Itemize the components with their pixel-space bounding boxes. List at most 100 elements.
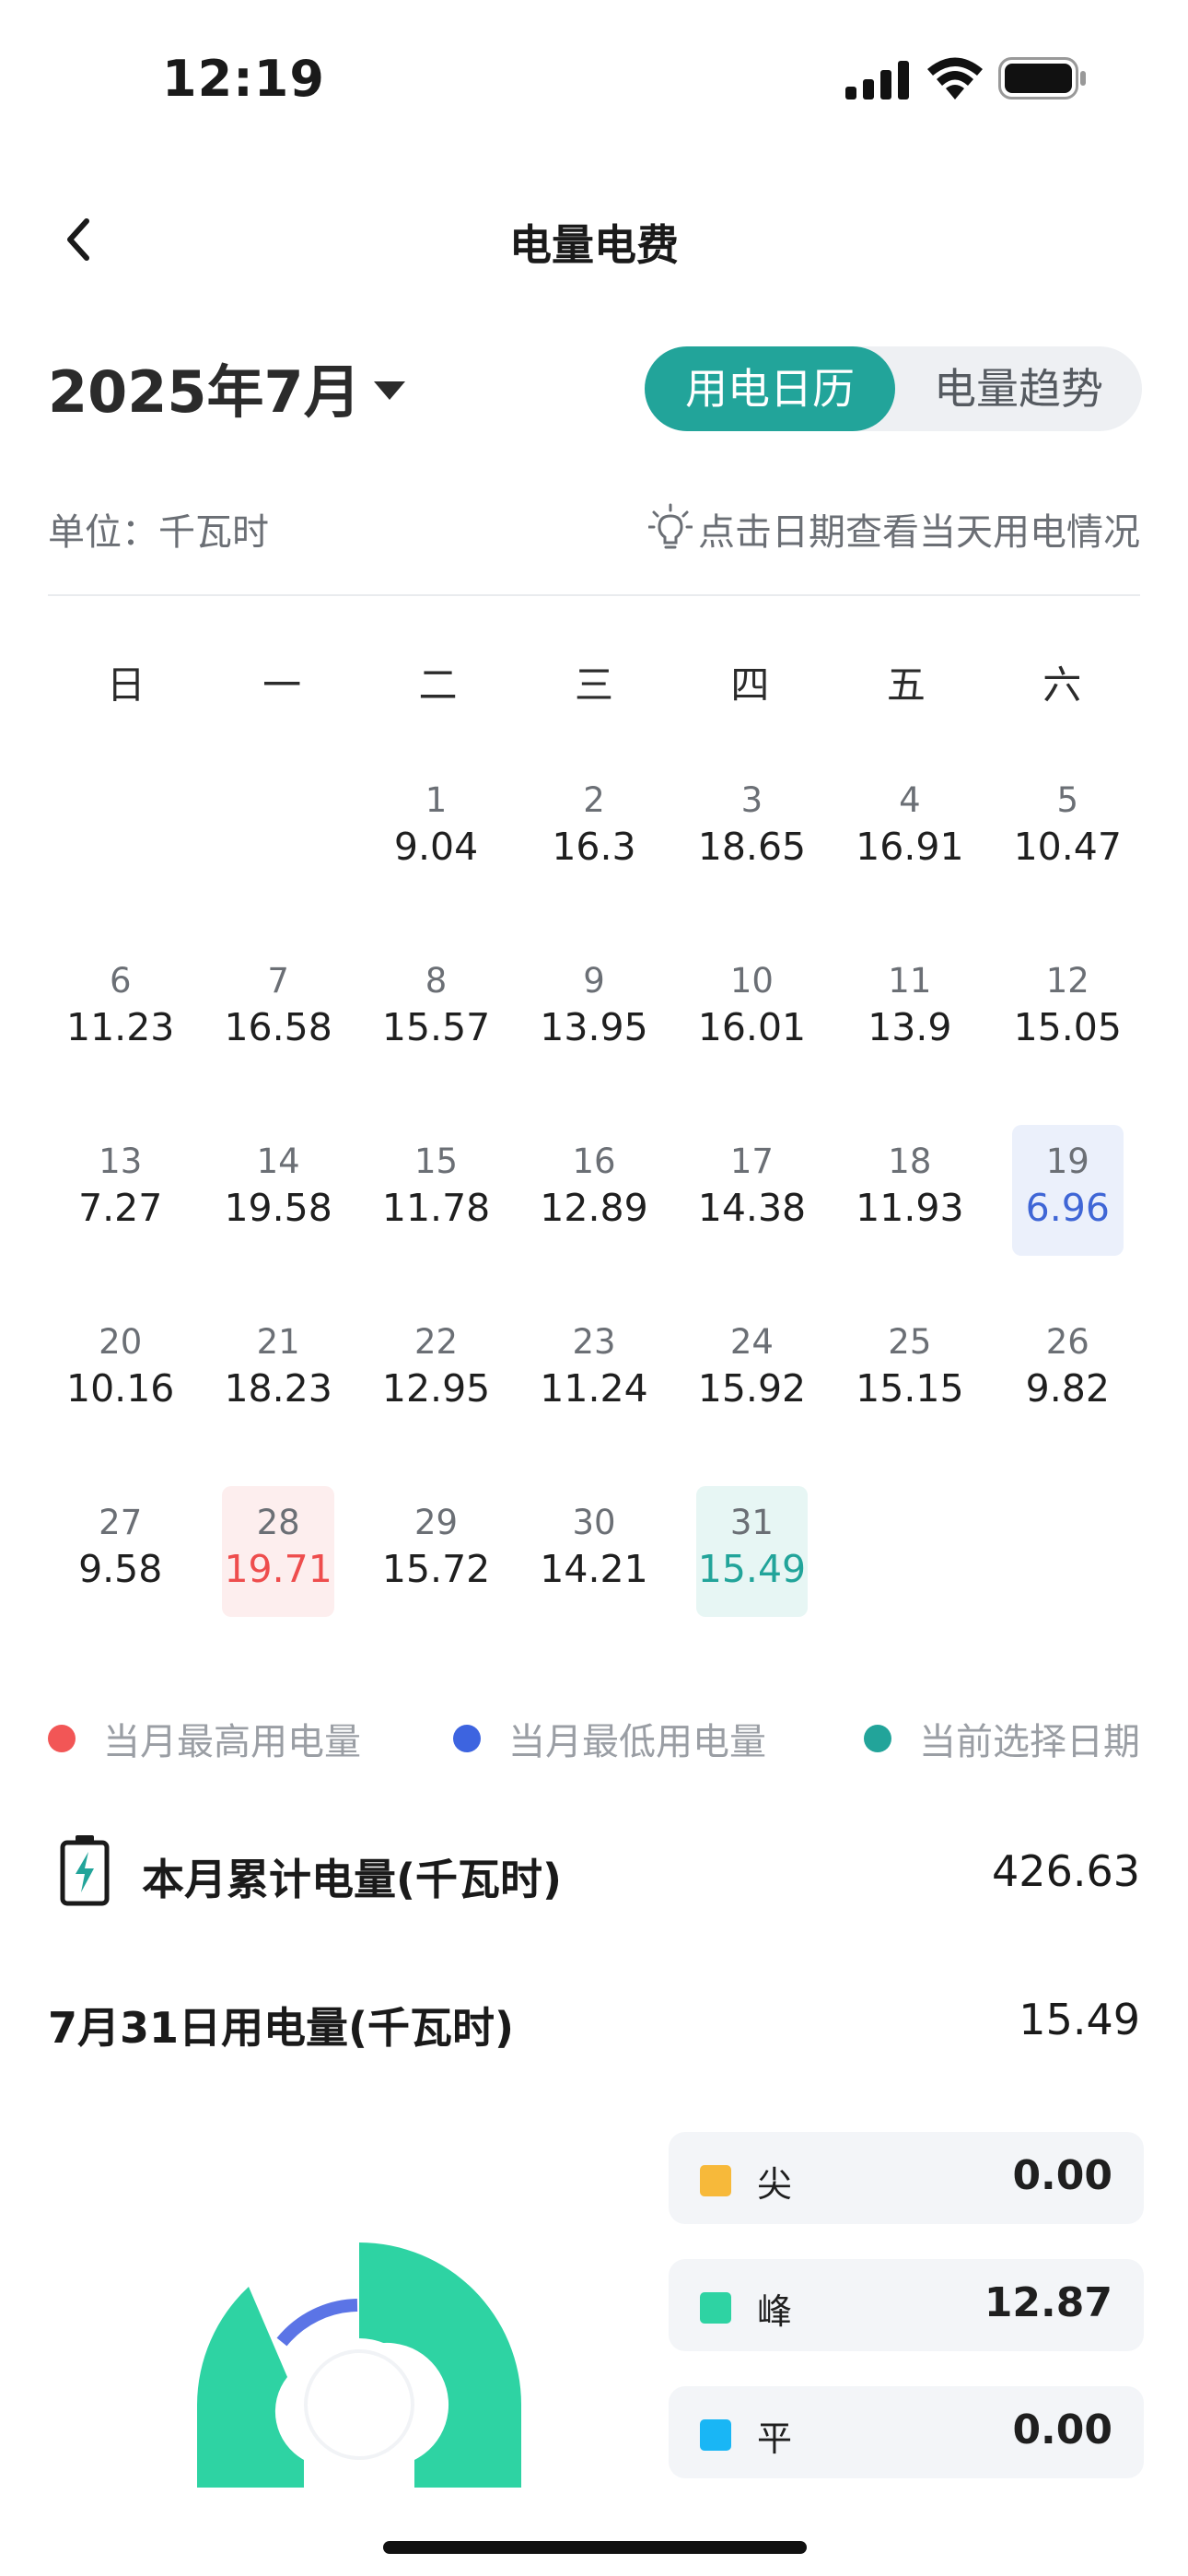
calendar-day-3[interactable]: 3 18.65: [673, 751, 831, 931]
calendar-day-19[interactable]: 19 6.96: [989, 1112, 1147, 1293]
calendar-day-number: 13: [99, 1142, 143, 1181]
calendar-day-23[interactable]: 23 11.24: [515, 1293, 672, 1473]
calendar-day-28[interactable]: 28 19.71: [199, 1473, 356, 1654]
calendar-day-usage: 6.96: [1025, 1186, 1110, 1230]
calendar-day-usage: 9.58: [78, 1547, 163, 1591]
calendar-day-2[interactable]: 2 16.3: [515, 751, 672, 931]
calendar-day-number: 26: [1045, 1322, 1089, 1362]
calendar-day-8[interactable]: 8 15.57: [357, 931, 515, 1112]
calendar-day-box: 19 6.96: [1011, 1125, 1124, 1256]
calendar-day-box: 31 15.49: [695, 1486, 809, 1617]
calendar-day-30[interactable]: 30 14.21: [515, 1473, 672, 1654]
calendar-day-6[interactable]: 6 11.23: [41, 931, 199, 1112]
hint: 点击日期查看当天用电情况: [648, 502, 1140, 556]
calendar-day-15[interactable]: 15 11.78: [357, 1112, 515, 1293]
calendar-day-17[interactable]: 17 14.38: [673, 1112, 831, 1293]
calendar-day-29[interactable]: 29 15.72: [357, 1473, 515, 1654]
calendar-day-box: 9 13.95: [538, 944, 649, 1075]
calendar-day-number: 3: [740, 780, 763, 820]
calendar-day-number: 24: [729, 1322, 774, 1362]
calendar-day-usage: 19.71: [224, 1547, 332, 1591]
calendar-day-box: 30 14.21: [538, 1486, 649, 1617]
unit-row: 单位：千瓦时 点击日期查看当天用电情况: [48, 502, 1140, 557]
calendar-day-27[interactable]: 27 9.58: [41, 1473, 199, 1654]
calendar-day-usage: 11.24: [540, 1366, 648, 1411]
calendar-day-number: 27: [99, 1503, 143, 1542]
tariff-name: 尖: [757, 2164, 793, 2205]
calendar-day-number: 20: [99, 1322, 143, 1362]
calendar-day-1[interactable]: 1 9.04: [357, 751, 515, 931]
tariff-card-flat: 平 0.00: [669, 2386, 1144, 2478]
calendar-day-box: 23 11.24: [538, 1306, 649, 1436]
calendar-day-9[interactable]: 9 13.95: [515, 931, 672, 1112]
calendar-day-usage: 16.91: [856, 825, 964, 869]
weekday-label: 五: [886, 662, 926, 708]
calendar-day-usage: 9.04: [393, 825, 479, 869]
usage-donut-chart: [197, 2242, 521, 2488]
calendar-day-box: 25 15.15: [854, 1306, 965, 1436]
weekday-label: 三: [574, 662, 613, 708]
calendar-day-18[interactable]: 18 11.93: [831, 1112, 988, 1293]
calendar-day-box: 17 14.38: [696, 1125, 808, 1256]
calendar-day-usage: 16.01: [697, 1005, 807, 1049]
calendar-day-number: 7: [267, 961, 289, 1001]
calendar-day-26[interactable]: 26 9.82: [989, 1293, 1147, 1473]
tab-usage-trend[interactable]: 电量趋势: [895, 346, 1142, 431]
calendar-day-usage: 14.38: [697, 1186, 807, 1230]
month-selector[interactable]: 2025年7月: [48, 341, 405, 433]
tariff-card-tip: 尖 0.00: [669, 2132, 1144, 2224]
calendar-day-box: 29 15.72: [380, 1486, 492, 1617]
calendar-day-number: 22: [414, 1322, 459, 1362]
calendar-day-box: 16 12.89: [538, 1125, 649, 1256]
hint-text: 点击日期查看当天用电情况: [698, 511, 1140, 554]
weekday-label: 六: [1042, 662, 1082, 708]
calendar-day-number: 9: [583, 961, 605, 1001]
calendar-day-usage: 10.47: [1013, 825, 1122, 869]
calendar-day-20[interactable]: 20 10.16: [41, 1293, 199, 1473]
calendar-day-25[interactable]: 25 15.15: [831, 1293, 988, 1473]
weekday-label: 二: [418, 662, 458, 708]
legend-high-label: 当月最高用电量: [103, 1721, 361, 1763]
calendar-day-box: 13 7.27: [64, 1125, 176, 1256]
calendar-day-box: 18 11.93: [854, 1125, 965, 1256]
calendar-day-11[interactable]: 11 13.9: [831, 931, 988, 1112]
calendar-day-usage: 16.58: [224, 1005, 332, 1049]
tariff-value: 0.00: [1012, 2152, 1112, 2199]
calendar-grid: 1 9.04 2 16.3 3 18.65 4 16.91 5 10.47 6 11.23 7 16.58…: [41, 751, 1147, 1654]
calendar-day-usage: 9.82: [1025, 1366, 1110, 1411]
tariff-swatch: [700, 2419, 731, 2451]
calendar-day-24[interactable]: 24 15.92: [673, 1293, 831, 1473]
tariff-value: 0.00: [1012, 2406, 1112, 2453]
calendar-day-usage: 15.49: [697, 1547, 807, 1591]
weekday-label: 日: [106, 662, 146, 708]
calendar-day-21[interactable]: 21 18.23: [199, 1293, 356, 1473]
calendar-day-number: 30: [572, 1503, 616, 1542]
legend-selected-dot: [864, 1725, 891, 1752]
page-title: 电量电费: [509, 220, 679, 270]
calendar-day-13[interactable]: 13 7.27: [41, 1112, 199, 1293]
legend-high-dot: [48, 1725, 76, 1752]
calendar-day-usage: 19.58: [224, 1186, 332, 1230]
calendar-day-4[interactable]: 4 16.91: [831, 751, 988, 931]
calendar-day-5[interactable]: 5 10.47: [989, 751, 1147, 931]
legend-high: 当月最高用电量: [48, 1712, 361, 1765]
calendar-day-box: 6 11.23: [64, 944, 176, 1075]
tariff-value: 12.87: [984, 2279, 1112, 2326]
tab-usage-calendar[interactable]: 用电日历: [645, 346, 895, 431]
calendar-day-31[interactable]: 31 15.49: [673, 1473, 831, 1654]
calendar-day-box: 4 16.91: [854, 764, 965, 895]
calendar-day-10[interactable]: 10 16.01: [673, 931, 831, 1112]
calendar-day-number: 14: [256, 1142, 300, 1181]
tariff-card-peak: 峰 12.87: [669, 2259, 1144, 2351]
calendar-blank-cell: [199, 751, 356, 931]
calendar-day-number: 16: [572, 1142, 616, 1181]
calendar-day-box: 26 9.82: [1012, 1306, 1124, 1436]
calendar-day-usage: 18.65: [697, 825, 807, 869]
calendar-day-22[interactable]: 22 12.95: [357, 1293, 515, 1473]
calendar-day-12[interactable]: 12 15.05: [989, 931, 1147, 1112]
legend: 当月最高用电量 当月最低用电量 当前选择日期: [48, 1712, 1140, 1767]
calendar-day-14[interactable]: 14 19.58: [199, 1112, 356, 1293]
calendar-day-box: 12 15.05: [1012, 944, 1124, 1075]
calendar-day-16[interactable]: 16 12.89: [515, 1112, 672, 1293]
calendar-day-7[interactable]: 7 16.58: [199, 931, 356, 1112]
